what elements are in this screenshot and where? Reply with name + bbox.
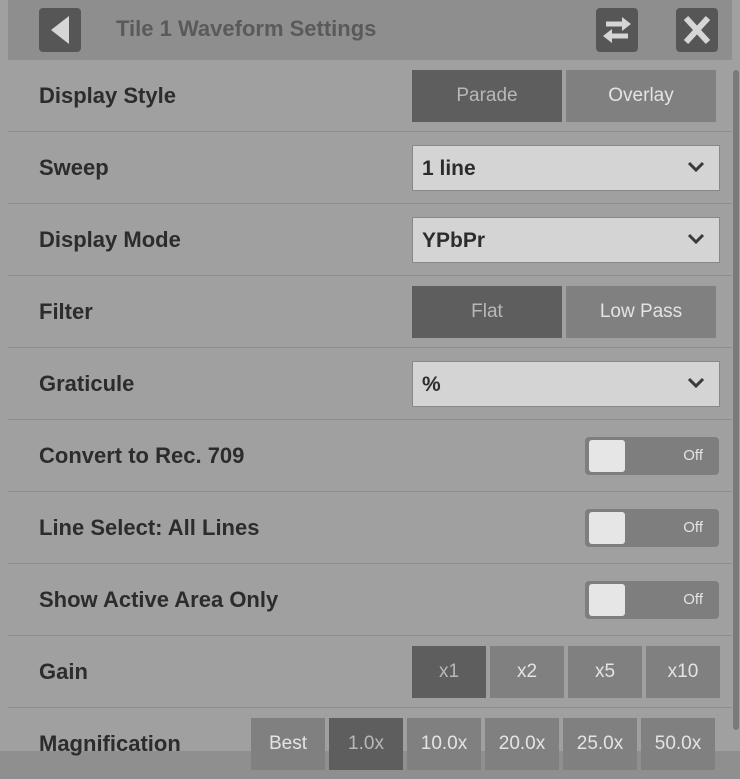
line-select-toggle[interactable]: Off [585,508,719,547]
row-line-select: Line Select: All Lines Off [8,492,732,564]
line-select-label: Line Select: All Lines [39,514,260,540]
display-style-overlay-button[interactable]: Overlay [566,69,716,122]
convert-rec709-toggle[interactable]: Off [585,436,719,475]
magnification-best-button[interactable]: Best [251,717,325,770]
gain-x5-button[interactable]: x5 [568,645,642,698]
sweep-dropdown[interactable]: 1 line [412,144,720,191]
magnification-1x-button[interactable]: 1.0x [329,717,403,770]
toggle-state: Off [683,446,703,464]
display-style-selector: Parade Overlay [412,69,716,122]
row-active-area: Show Active Area Only Off [8,564,732,636]
sweep-label: Sweep [39,154,109,180]
scrollbar[interactable] [733,70,739,730]
active-area-label: Show Active Area Only [39,586,279,612]
row-magnification: Magnification Best 1.0x 10.0x 20.0x 25.0… [8,708,732,779]
graticule-value: % [422,372,441,396]
row-display-mode: Display Mode YPbPr [8,204,732,276]
title-bar: Tile 1 Waveform Settings [8,0,732,60]
gain-x2-button[interactable]: x2 [490,645,564,698]
filter-flat-button[interactable]: Flat [412,285,562,338]
back-button[interactable] [39,8,81,52]
display-style-label: Display Style [39,82,176,108]
settings-panel: Tile 1 Waveform Settings Display Style P… [0,0,740,770]
row-sweep: Sweep 1 line [8,132,732,204]
magnification-label: Magnification [39,730,181,756]
row-graticule: Graticule % [8,348,732,420]
chevron-down-icon [687,377,705,388]
swap-button[interactable] [596,8,638,52]
gain-selector: x1 x2 x5 x10 [412,645,720,698]
filter-selector: Flat Low Pass [412,285,716,338]
magnification-20x-button[interactable]: 20.0x [485,717,559,770]
close-button[interactable] [676,8,718,52]
row-gain: Gain x1 x2 x5 x10 [8,636,732,708]
toggle-state: Off [683,518,703,536]
graticule-dropdown[interactable]: % [412,360,720,407]
row-filter: Filter Flat Low Pass [8,276,732,348]
display-mode-value: YPbPr [422,228,486,252]
settings-list: Display Style Parade Overlay Sweep 1 lin… [8,60,732,779]
magnification-50x-button[interactable]: 50.0x [641,717,715,770]
toggle-knob [589,511,625,544]
chevron-down-icon [687,233,705,244]
chevron-down-icon [687,161,705,172]
swap-arrows-icon [603,17,631,43]
gain-label: Gain [39,658,88,684]
sweep-value: 1 line [422,156,476,180]
gain-x1-button[interactable]: x1 [412,645,486,698]
toggle-knob [589,439,625,472]
magnification-selector: Best 1.0x 10.0x 20.0x 25.0x 50.0x [251,717,715,770]
toggle-state: Off [683,590,703,608]
filter-label: Filter [39,298,93,324]
close-x-icon [683,15,711,45]
magnification-25x-button[interactable]: 25.0x [563,717,637,770]
display-mode-dropdown[interactable]: YPbPr [412,216,720,263]
active-area-toggle[interactable]: Off [585,580,719,619]
row-display-style: Display Style Parade Overlay [8,60,732,132]
magnification-10x-button[interactable]: 10.0x [407,717,481,770]
filter-low-pass-button[interactable]: Low Pass [566,285,716,338]
left-triangle-icon [51,16,69,44]
row-convert-rec709: Convert to Rec. 709 Off [8,420,732,492]
convert-rec709-label: Convert to Rec. 709 [39,442,245,468]
display-mode-label: Display Mode [39,226,181,252]
display-style-parade-button[interactable]: Parade [412,69,562,122]
gain-x10-button[interactable]: x10 [646,645,720,698]
toggle-knob [589,583,625,616]
graticule-label: Graticule [39,370,135,396]
window-title: Tile 1 Waveform Settings [116,16,377,41]
